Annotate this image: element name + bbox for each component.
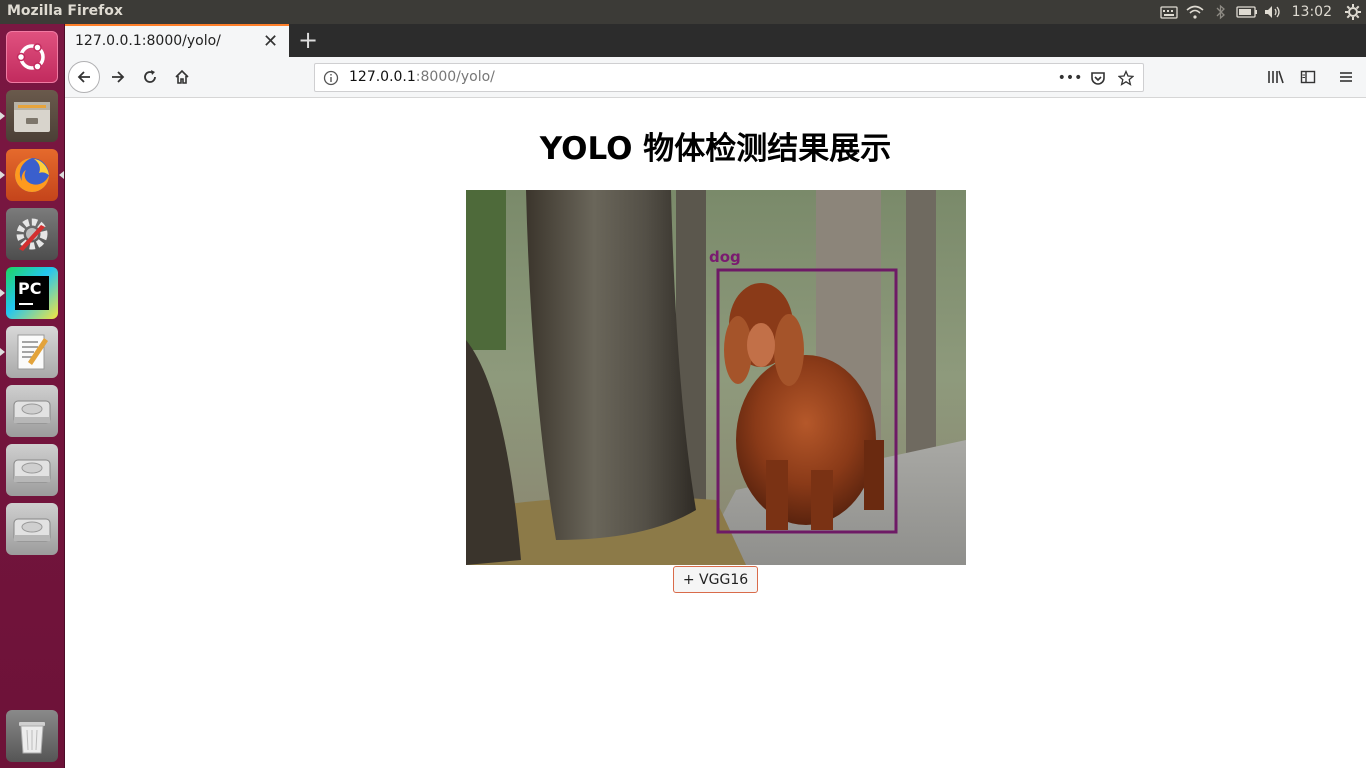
page-content: YOLO 物体检测结果展示 dog + VGG16 <box>65 98 1366 768</box>
navigation-toolbar: 127.0.0.1:8000/yolo/ ••• <box>65 57 1366 98</box>
tab-title: 127.0.0.1:8000/yolo/ <box>75 33 221 49</box>
top-panel: Mozilla Firefox 13:02 <box>0 0 1366 24</box>
tab-yolo[interactable]: 127.0.0.1:8000/yolo/ ✕ <box>65 24 289 57</box>
tab-bar: 127.0.0.1:8000/yolo/ ✕ + <box>65 24 1366 57</box>
system-settings-icon[interactable] <box>6 208 58 260</box>
bookmark-star-icon[interactable] <box>1115 67 1137 89</box>
vgg16-button[interactable]: + VGG16 <box>673 566 758 593</box>
site-info-icon[interactable] <box>323 70 339 90</box>
forward-button[interactable] <box>103 62 133 92</box>
power-gear-icon[interactable] <box>1340 0 1366 24</box>
drive-icon[interactable] <box>6 385 58 437</box>
pocket-icon[interactable] <box>1087 67 1109 89</box>
drive-icon[interactable] <box>6 503 58 555</box>
page-actions-icon[interactable]: ••• <box>1058 67 1083 89</box>
system-tray: 13:02 <box>1156 0 1366 24</box>
keyboard-icon[interactable] <box>1156 0 1182 24</box>
reload-button[interactable] <box>135 62 165 92</box>
page-title: YOLO 物体检测结果展示 <box>539 131 892 167</box>
volume-icon[interactable] <box>1260 0 1286 24</box>
back-button[interactable] <box>68 61 100 93</box>
focused-indicator <box>59 171 64 179</box>
library-icon[interactable] <box>1261 62 1291 92</box>
running-indicator <box>0 289 5 297</box>
trash-icon[interactable] <box>6 710 58 762</box>
clock[interactable]: 13:02 <box>1286 4 1340 20</box>
app-title: Mozilla Firefox <box>7 3 123 19</box>
running-indicator <box>0 112 5 120</box>
menu-hamburger-icon[interactable] <box>1331 62 1361 92</box>
detection-result-image: dog <box>466 190 966 565</box>
ubuntu-dash-icon[interactable] <box>6 31 58 83</box>
url-path: :8000/yolo/ <box>415 69 495 85</box>
close-tab-icon[interactable]: ✕ <box>263 31 278 52</box>
running-indicator <box>0 348 5 356</box>
bluetooth-icon[interactable] <box>1208 0 1234 24</box>
sidebar-toggle-icon[interactable] <box>1293 62 1323 92</box>
url-text[interactable]: 127.0.0.1:8000/yolo/ <box>349 69 495 85</box>
pycharm-icon[interactable]: PC <box>6 267 58 319</box>
new-tab-icon[interactable]: + <box>295 26 321 54</box>
files-icon[interactable] <box>6 90 58 142</box>
url-bar[interactable]: 127.0.0.1:8000/yolo/ ••• <box>314 63 1144 92</box>
url-host: 127.0.0.1 <box>349 69 416 85</box>
home-button[interactable] <box>167 62 197 92</box>
text-editor-icon[interactable] <box>6 326 58 378</box>
detection-label: dog <box>709 248 741 266</box>
unity-launcher: PC <box>0 24 65 768</box>
running-indicator <box>0 171 5 179</box>
battery-icon[interactable] <box>1234 0 1260 24</box>
firefox-icon[interactable] <box>6 149 58 201</box>
wifi-icon[interactable] <box>1182 0 1208 24</box>
drive-icon[interactable] <box>6 444 58 496</box>
